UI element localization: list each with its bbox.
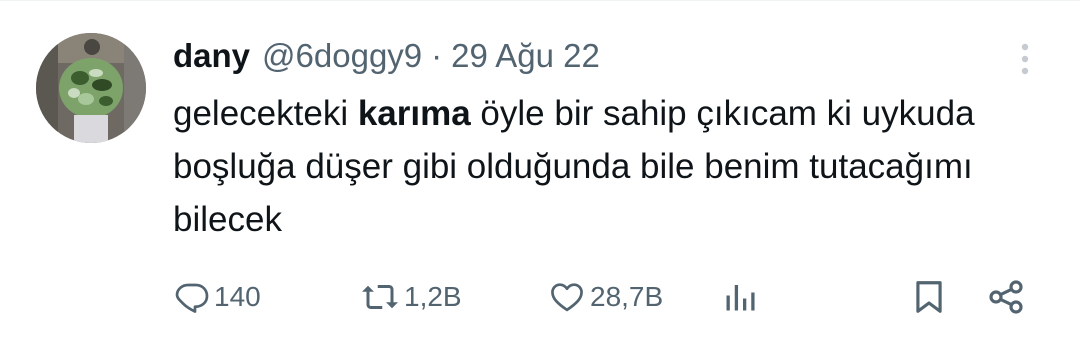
bookmark-icon: [916, 281, 942, 313]
reply-count: 140: [214, 281, 261, 312]
views-icon: [726, 285, 755, 311]
tweet-text: gelecekteki karıma öyle bir sahip çıkıca…: [173, 87, 1033, 246]
tweet-text-bold: karıma: [357, 94, 471, 133]
like-count: 28,7B: [590, 281, 664, 312]
display-name[interactable]: dany: [173, 31, 250, 81]
avatar-image: [36, 33, 146, 143]
reply-button[interactable]: 140: [174, 269, 261, 325]
more-vertical-icon: [1021, 43, 1029, 75]
tweet-header: dany @6doggy9 · 29 Ağu 22: [173, 31, 600, 81]
heart-icon: [551, 283, 583, 312]
retweet-button[interactable]: 1,2B: [360, 269, 462, 325]
tweet-card[interactable]: dany @6doggy9 · 29 Ağu 22 gelecekteki ka…: [0, 0, 1080, 347]
avatar[interactable]: [36, 33, 146, 143]
more-options-button[interactable]: [1010, 39, 1040, 79]
share-icon: [989, 280, 1023, 314]
tweet-text-start: gelecekteki: [173, 94, 358, 133]
bookmark-button[interactable]: [910, 269, 948, 325]
retweet-count: 1,2B: [404, 281, 462, 312]
share-button[interactable]: [986, 269, 1026, 325]
separator-dot: ·: [431, 37, 443, 74]
user-handle[interactable]: @6doggy9: [262, 31, 422, 81]
tweet-date[interactable]: 29 Ağu 22: [451, 31, 600, 81]
reply-icon: [175, 283, 209, 313]
views-button[interactable]: [722, 269, 758, 325]
like-button[interactable]: 28,7B: [548, 269, 663, 325]
retweet-icon: [362, 285, 398, 309]
action-bar: 140 1,2B 28,7B: [0, 269, 1080, 325]
